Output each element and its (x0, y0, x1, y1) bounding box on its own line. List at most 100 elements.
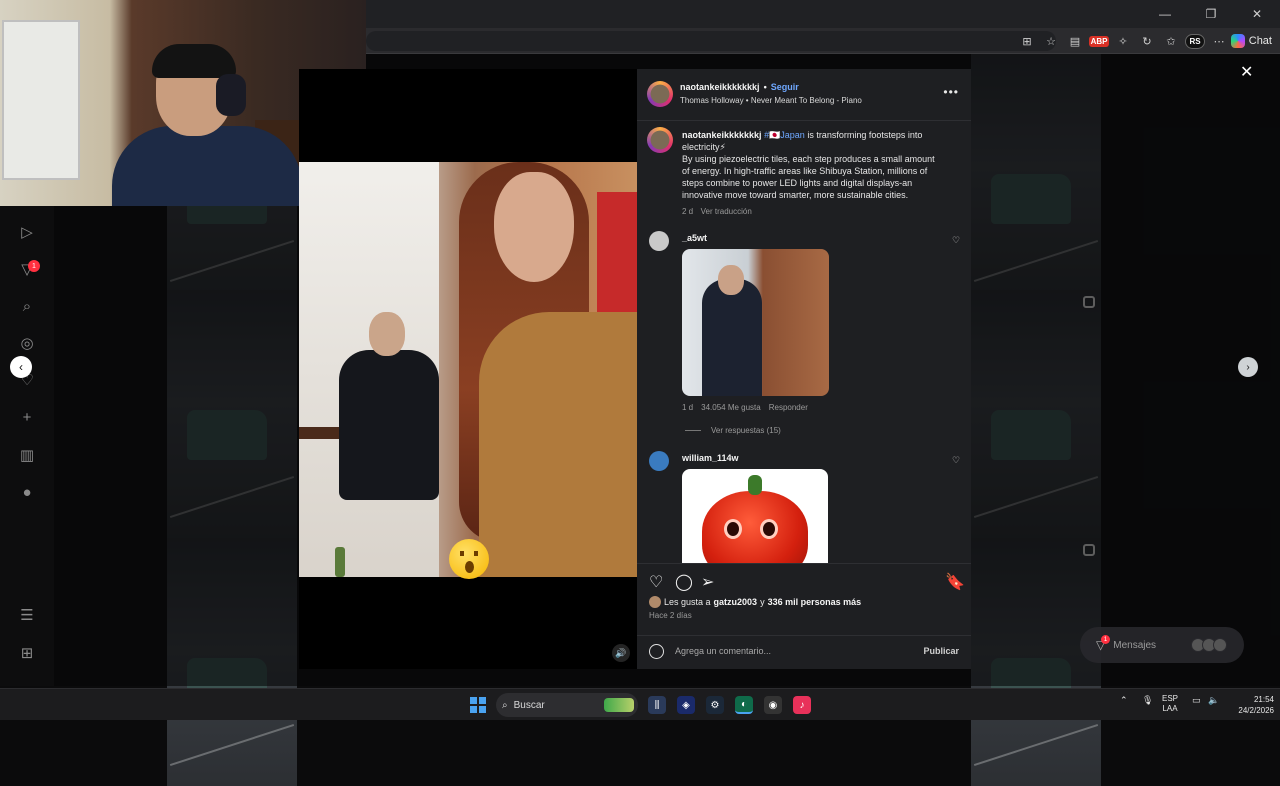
comment-bubble-icon[interactable]: ◯ (675, 572, 693, 592)
music-track[interactable]: Thomas Holloway • Never Meant To Belong … (680, 96, 862, 105)
taskbar-search-label: Buscar (513, 699, 545, 711)
commenter-avatar[interactable] (649, 451, 669, 471)
comment-bar: Agrega un comentario... Publicar (637, 635, 971, 669)
whiteboard (2, 20, 80, 180)
caption-body: By using piezoelectric tiles, each step … (682, 154, 935, 200)
menu-dots-icon[interactable]: ⋯ (1210, 32, 1228, 50)
keyboard-layout: LAA (1162, 704, 1178, 713)
split-screen-icon[interactable]: ⊞ (1018, 32, 1036, 50)
post-caption: naotankeikkkkkkkj #🇯🇵Japan is transformi… (682, 129, 944, 218)
comment-like-icon[interactable]: ♡ (952, 235, 960, 246)
rs-extension-icon[interactable]: RS (1185, 32, 1205, 50)
window-controls: — ❐ ✕ (1142, 0, 1280, 28)
notification-badge: 1 (28, 260, 40, 272)
toolbar-icons: ⊞ ☆ ▤ ABP ✧ ↻ ✩ RS ⋯ (1018, 31, 1228, 51)
profile-avatar-icon[interactable]: ● (18, 483, 36, 501)
author-line: naotankeikkkkkkkj • Seguir (680, 82, 799, 92)
explore-icon[interactable]: ◎ (18, 334, 36, 352)
separator-dot: • (763, 82, 767, 92)
reels-icon[interactable]: ▷ (18, 223, 36, 241)
adblock-icon[interactable]: ABP (1088, 32, 1110, 50)
previous-post-chevron-icon[interactable]: ‹ (10, 356, 32, 378)
post-actions: ♡ ◯ ➢ 🔖 Les gusta a gatzu2003 y 336 mil … (637, 563, 971, 633)
close-modal-icon[interactable]: ✕ (1240, 62, 1253, 82)
comment-likes[interactable]: 34.054 Me gusta (701, 403, 761, 412)
reel-video[interactable]: 🔊 (299, 69, 637, 669)
messages-badge: 1 (1101, 635, 1110, 644)
likes-summary[interactable]: Les gusta a gatzu2003 y 336 mil personas… (649, 596, 861, 608)
reply-button[interactable]: Responder (769, 403, 808, 412)
post-date: Hace 2 días (649, 611, 692, 620)
tray-overflow-chevron-icon[interactable]: ⌃ (1120, 695, 1128, 706)
clock-time: 21:54 (1253, 695, 1274, 704)
replies-divider (685, 430, 701, 431)
edge-browser-icon[interactable]: ◐ (735, 696, 753, 714)
minimize-button[interactable]: — (1142, 0, 1188, 28)
likes-middle: y (760, 597, 765, 607)
comment-gif[interactable] (682, 469, 828, 564)
obs-icon[interactable]: ◉ (764, 696, 782, 714)
tiktok-icon[interactable]: ♪ (793, 696, 811, 714)
follow-button[interactable]: Seguir (771, 82, 799, 92)
liker-avatar (649, 596, 661, 608)
next-post-chevron-icon[interactable]: › (1238, 357, 1258, 377)
comment-like-icon[interactable]: ♡ (952, 455, 960, 466)
apps-icon[interactable]: ⊞ (18, 644, 36, 662)
page-icon[interactable]: ▤ (1066, 32, 1084, 50)
author-avatar[interactable] (647, 81, 673, 107)
more-options-icon[interactable]: ••• (943, 85, 959, 99)
volume-icon[interactable]: 🔊 (612, 644, 630, 662)
favorite-star-icon[interactable]: ☆ (1042, 32, 1060, 50)
like-heart-icon[interactable]: ♡ (649, 572, 663, 592)
audio-app-icon[interactable]: ⫼ (648, 696, 666, 714)
comment-age: 1 d (682, 403, 694, 412)
maximize-button[interactable]: ❐ (1188, 0, 1234, 28)
message-avatars (1191, 638, 1228, 652)
search-icon: ⌕ (502, 699, 508, 711)
caption-username[interactable]: naotankeikkkkkkkj (682, 130, 762, 140)
author-username[interactable]: naotankeikkkkkkkj (680, 82, 760, 92)
create-icon[interactable]: + (18, 408, 36, 426)
system-clock[interactable]: 21:54 24/2/2026 (1226, 694, 1274, 716)
publish-button[interactable]: Publicar (923, 646, 959, 656)
comment-username[interactable]: _a5wt (682, 233, 707, 243)
translate-link[interactable]: Ver traducción (701, 207, 752, 216)
favorites-icon[interactable]: ✩ (1162, 32, 1180, 50)
network-icon[interactable]: ▭ (1192, 695, 1201, 706)
refresh-icon[interactable]: ↻ (1138, 32, 1156, 50)
menu-icon[interactable]: ☰ (18, 606, 36, 624)
copilot-chat-button[interactable]: Chat (1230, 31, 1272, 51)
share-icon[interactable]: ➢ (701, 572, 714, 592)
post-panel: naotankeikkkkkkkj • Seguir Thomas Hollow… (637, 69, 971, 669)
likes-user[interactable]: gatzu2003 (714, 597, 758, 607)
vpn-app-icon[interactable]: ◈ (677, 696, 695, 714)
dashboard-icon[interactable]: ▥ (18, 446, 36, 464)
extensions-icon[interactable]: ✧ (1114, 32, 1132, 50)
messages-widget[interactable]: ▽ 1 Mensajes (1080, 627, 1244, 663)
language-indicator[interactable]: ESP LAA (1162, 694, 1178, 714)
search-icon[interactable]: ⌕ (18, 297, 36, 315)
commenter-avatar[interactable] (649, 231, 669, 251)
caption-hashtag[interactable]: #🇯🇵Japan (764, 130, 805, 140)
comment-meta: 1 d 34.054 Me gusta Responder (682, 403, 808, 412)
clock-date: 24/2/2026 (1238, 706, 1274, 715)
caption-avatar[interactable] (647, 127, 673, 153)
comment-gif[interactable] (682, 249, 829, 396)
likes-prefix: Les gusta a (664, 597, 711, 607)
microphone-icon[interactable]: 🎙 (1142, 695, 1153, 706)
video-frame (299, 162, 637, 577)
view-replies-link[interactable]: Ver respuestas (15) (711, 426, 781, 435)
search-highlight-art (604, 698, 634, 712)
speaker-icon[interactable]: 🔈 (1208, 695, 1219, 706)
address-bar[interactable] (366, 31, 1056, 51)
comment-username[interactable]: william_114w (682, 453, 739, 463)
windows-start-icon[interactable] (470, 697, 486, 713)
emoji-picker-icon[interactable] (649, 644, 664, 659)
likes-count[interactable]: 336 mil personas más (768, 597, 862, 607)
close-window-button[interactable]: ✕ (1234, 0, 1280, 28)
steam-icon[interactable]: ⚙ (706, 696, 724, 714)
save-bookmark-icon[interactable]: 🔖 (945, 572, 965, 592)
taskbar-search[interactable]: ⌕ Buscar (496, 693, 638, 717)
comment-input[interactable]: Agrega un comentario... (675, 646, 771, 656)
chat-label: Chat (1248, 35, 1272, 47)
